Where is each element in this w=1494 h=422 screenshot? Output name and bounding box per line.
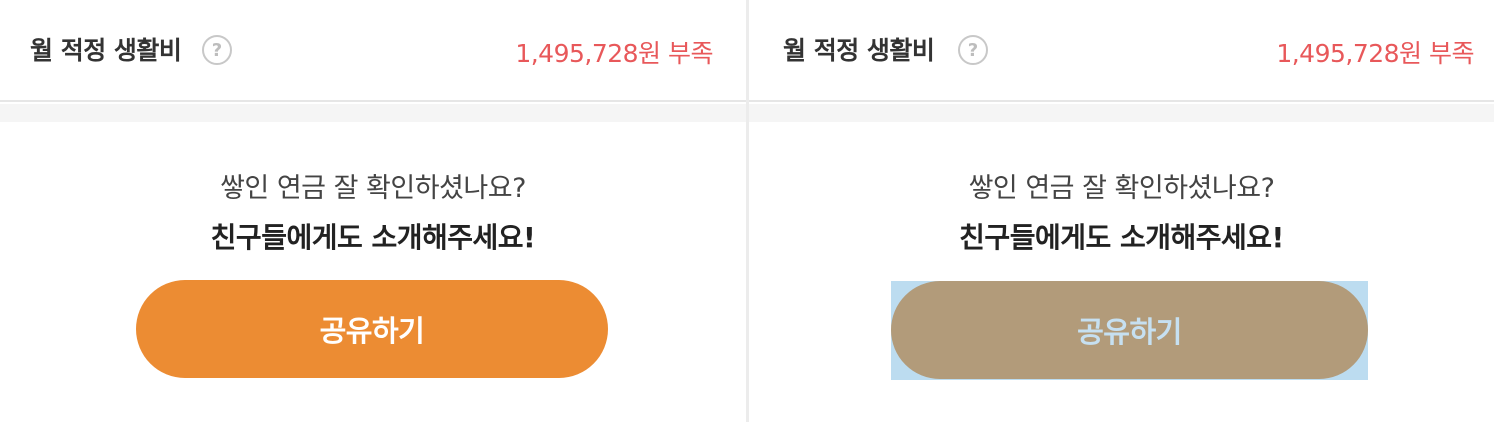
comparison-stage: 월 적정 생활비 ? 1,495,728원 부족 쌓인 연금 잘 확인하셨나요?… bbox=[0, 0, 1494, 422]
shortfall-value: 1,495,728원 부족 bbox=[515, 39, 713, 68]
left-panel: 월 적정 생활비 ? 1,495,728원 부족 쌓인 연금 잘 확인하셨나요?… bbox=[0, 0, 746, 422]
living-cost-label: 월 적정 생활비 bbox=[30, 36, 182, 65]
living-cost-row: 월 적정 생활비 ? 1,495,728원 부족 bbox=[0, 0, 746, 102]
question-circle-icon[interactable]: ? bbox=[202, 35, 232, 65]
section-divider bbox=[0, 104, 746, 122]
right-panel: 월 적정 생활비 ? 1,495,728원 부족 쌓인 연금 잘 확인하셨나요?… bbox=[749, 0, 1494, 422]
prompt-question: 쌓인 연금 잘 확인하셨나요? bbox=[220, 173, 526, 204]
share-button[interactable]: 공유하기 bbox=[136, 280, 608, 378]
living-cost-label: 월 적정 생활비 bbox=[783, 36, 935, 65]
question-circle-icon[interactable]: ? bbox=[958, 35, 988, 65]
prompt-cta: 친구들에게도 소개해주세요! bbox=[959, 221, 1284, 254]
share-button-selected[interactable]: 공유하기 bbox=[891, 281, 1368, 379]
shortfall-value: 1,495,728원 부족 bbox=[1276, 39, 1474, 68]
living-cost-row: 월 적정 생활비 ? 1,495,728원 부족 bbox=[749, 0, 1494, 102]
prompt-question: 쌓인 연금 잘 확인하셨나요? bbox=[968, 173, 1275, 204]
section-divider bbox=[749, 104, 1494, 122]
prompt-cta: 친구들에게도 소개해주세요! bbox=[210, 221, 536, 254]
